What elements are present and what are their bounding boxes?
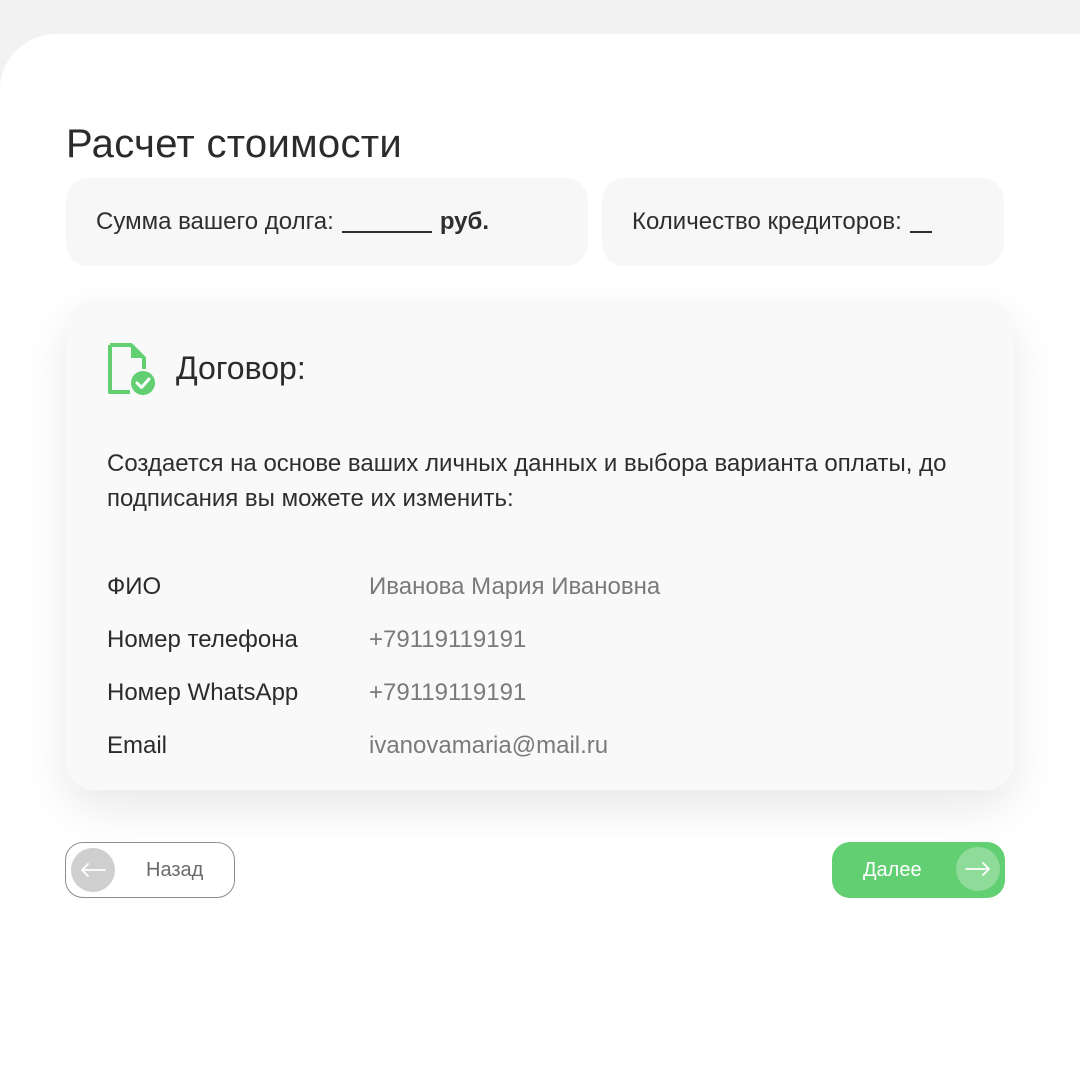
back-button[interactable]: Назад bbox=[65, 842, 235, 898]
field-value: +79119119191 bbox=[369, 625, 527, 653]
creditors-count-pill: Количество кредиторов: bbox=[602, 178, 1004, 266]
arrow-right-icon bbox=[956, 847, 1000, 891]
field-row-whatsapp: Номер WhatsApp +79119119191 bbox=[107, 666, 967, 719]
debt-amount-pill: Сумма вашего долга: руб. bbox=[66, 178, 588, 266]
contract-title: Договор: bbox=[176, 350, 306, 386]
contract-card: Договор: Создается на основе ваших личны… bbox=[66, 300, 1014, 790]
page-title: Расчет стоимости bbox=[66, 122, 403, 166]
field-value: ivanovamaria@mail.ru bbox=[369, 731, 609, 759]
contract-description: Создается на основе ваших личных данных … bbox=[107, 450, 947, 512]
field-label: Номер WhatsApp bbox=[107, 678, 299, 706]
field-label: ФИО bbox=[107, 572, 162, 600]
creditors-count-value bbox=[909, 211, 932, 233]
creditors-count-label: Количество кредиторов: bbox=[632, 208, 902, 235]
field-label: Email bbox=[107, 731, 168, 759]
field-row-email: Email ivanovamaria@mail.ru bbox=[107, 719, 967, 772]
document-check-icon bbox=[108, 343, 155, 395]
next-button[interactable]: Далее bbox=[832, 842, 1005, 898]
debt-amount-value bbox=[341, 211, 432, 233]
back-button-label: Назад bbox=[146, 858, 204, 881]
next-button-label: Далее bbox=[863, 858, 922, 881]
field-row-fio: ФИО Иванова Мария Ивановна bbox=[107, 560, 967, 613]
field-value: Иванова Мария Ивановна bbox=[369, 572, 661, 600]
debt-amount-unit: руб. bbox=[439, 208, 490, 235]
field-row-phone: Номер телефона +79119119191 bbox=[107, 613, 967, 666]
arrow-left-icon bbox=[71, 848, 115, 892]
field-label: Номер телефона bbox=[107, 625, 298, 653]
field-value: +79119119191 bbox=[369, 678, 527, 706]
debt-amount-label: Сумма вашего долга: bbox=[96, 208, 334, 235]
contract-fields: ФИО Иванова Мария Ивановна Номер телефон… bbox=[107, 560, 967, 772]
